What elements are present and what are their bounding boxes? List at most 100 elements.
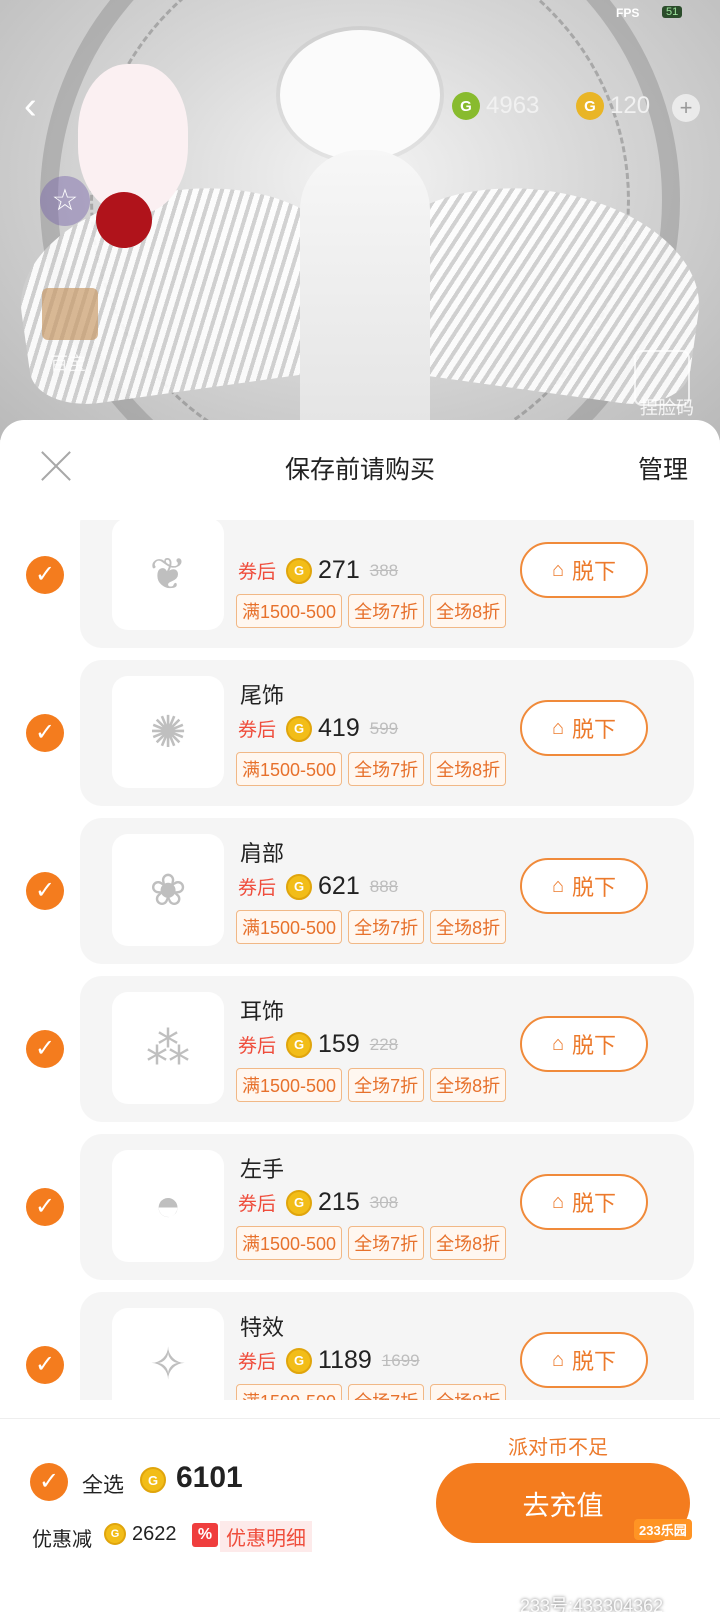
price-line: 券后 G 621 888 xyxy=(238,872,398,901)
select-all-label[interactable]: 全选 xyxy=(82,1469,124,1499)
item-card[interactable]: ✧ 特效 券后 G 1189 1699 满1500-500 全场7折全场8折 ⌂ … xyxy=(80,1292,694,1400)
item-card[interactable]: ◓ 左手 券后 G 215 308 满1500-500 全场7折 全场8折 ⌂ 脱下 xyxy=(80,1134,694,1280)
after-coupon-label: 券后 xyxy=(238,1036,277,1057)
take-off-label: 脱下 xyxy=(572,559,617,584)
item-original-price: 308 xyxy=(369,1192,399,1212)
hanger-icon: ⌂ xyxy=(551,558,565,581)
brand-badge: 233乐园 xyxy=(634,1519,692,1540)
item-price: 419 xyxy=(318,714,360,742)
item-original-price: 228 xyxy=(369,1034,399,1054)
take-off-button[interactable]: ⌂ 脱下 xyxy=(520,1332,648,1388)
after-coupon-label: 券后 xyxy=(238,1352,277,1373)
coupon-tag: 满1500-500 xyxy=(236,1068,343,1102)
item-checkbox[interactable]: ✓ xyxy=(26,1030,64,1068)
hanger-icon: ⌂ xyxy=(551,1348,565,1371)
discount-detail-link[interactable]: 优惠明细 xyxy=(220,1521,312,1552)
item-row: ✓ ✧ 特效 券后 G 1189 1699 满1500-500 全场7折全场8折 … xyxy=(0,1292,720,1400)
bunny-icon: ❀ xyxy=(112,834,224,946)
handbag-icon: ◓ xyxy=(112,1150,224,1262)
take-off-button[interactable]: ⌂ 脱下 xyxy=(520,542,648,598)
watermark: 233号:433304362 xyxy=(520,1596,664,1612)
item-original-price: 599 xyxy=(369,718,399,738)
take-off-button[interactable]: ⌂ 脱下 xyxy=(520,1174,648,1230)
select-all-checkbox[interactable]: ✓ xyxy=(30,1463,68,1501)
discount-label: 优惠减 xyxy=(32,1529,92,1551)
checkout-footer: 派对币不足 ✓ 全选 G 6101 优惠减 G 2622 % 优惠明细 去充值 … xyxy=(0,1418,720,1612)
discount-amount: 2622 xyxy=(132,1523,177,1545)
price-line: 券后 G 419 599 xyxy=(238,714,398,743)
coupon-tags: 满1500-500全场7折全场8折 xyxy=(236,594,507,628)
coupon-tags: 满1500-500全场7折全场8折 xyxy=(236,1384,507,1400)
total-coin-icon: G xyxy=(140,1467,166,1493)
after-coupon-label: 券后 xyxy=(238,562,277,583)
coupon-tag: 满1500-500 xyxy=(236,1226,343,1260)
item-checkbox[interactable]: ✓ xyxy=(26,1188,64,1226)
star-icon: ☆ xyxy=(51,184,79,217)
item-name: 特效 xyxy=(240,1315,285,1340)
take-off-label: 脱下 xyxy=(572,875,617,900)
star-button[interactable]: ☆ xyxy=(40,176,90,226)
face-code-label: 捏脸码 xyxy=(640,398,694,418)
item-price: 215 xyxy=(318,1188,360,1216)
item-original-price: 388 xyxy=(369,560,399,580)
butterfly-icon: ❦ xyxy=(112,520,224,630)
take-off-label: 脱下 xyxy=(572,717,617,742)
take-off-button[interactable]: ⌂ 脱下 xyxy=(520,1016,648,1072)
item-checkbox[interactable]: ✓ xyxy=(26,714,64,752)
coupon-tag: 全场8折 xyxy=(430,594,507,628)
fps-label: FPS xyxy=(616,6,640,20)
item-row: ✓ ⁂ 耳饰 券后 G 159 228 满1500-500 全场7折 全场8折 ⌂ … xyxy=(0,976,720,1122)
coupon-tags: 满1500-500全场7折全场8折 xyxy=(236,910,507,944)
take-off-button[interactable]: ⌂ 脱下 xyxy=(520,700,648,756)
coin-icon: G xyxy=(286,1347,313,1374)
price-line: 券后 G 1189 1699 xyxy=(238,1346,420,1375)
item-name: 尾饰 xyxy=(240,683,285,708)
item-card[interactable]: ❦ 券后 G 271 388 满1500-500 全场7折 全场8折 ⌂ 脱下 xyxy=(80,520,694,648)
aura-effect-icon: ✧ xyxy=(112,1308,224,1400)
item-original-price: 1699 xyxy=(381,1350,420,1370)
total-price: 6101 xyxy=(176,1461,243,1494)
item-card[interactable]: ⁂ 耳饰 券后 G 159 228 满1500-500 全场7折 全场8折 ⌂ 脱下 xyxy=(80,976,694,1122)
yellow-coin-icon: G xyxy=(576,92,604,120)
coupon-tag: 满1500-500 xyxy=(236,594,343,628)
price-line: 券后 G 215 308 xyxy=(238,1188,398,1217)
coupon-tag: 满1500-500 xyxy=(236,752,343,786)
item-card[interactable]: ✺ 尾饰 券后 G 419 599 满1500-500 全场7折 全场8折 ⌂ 脱下 xyxy=(80,660,694,806)
add-coins-button[interactable]: + xyxy=(672,94,700,122)
item-row: ✓ ◓ 左手 券后 G 215 308 满1500-500 全场7折 全场8折 ⌂ … xyxy=(0,1134,720,1280)
price-line: 券后 G 271 388 xyxy=(238,556,398,585)
item-original-price: 888 xyxy=(369,876,399,896)
back-button[interactable]: ‹ xyxy=(24,85,60,127)
hanger-icon: ⌂ xyxy=(551,1190,565,1213)
take-off-button[interactable]: ⌂ 脱下 xyxy=(520,858,648,914)
manage-button[interactable]: 管理 xyxy=(638,450,688,486)
coupon-tag: 全场7折 xyxy=(348,1384,425,1400)
coupon-tag: 满1500-500 xyxy=(236,1384,343,1400)
item-row: ✓ ❦ 券后 G 271 388 满1500-500 全场7折 全场8折 ⌂ 脱下 xyxy=(0,520,720,648)
gift-label: 百宝 xyxy=(50,354,86,374)
item-name: 左手 xyxy=(240,1157,285,1182)
earring-icon: ⁂ xyxy=(112,992,224,1104)
item-card[interactable]: ❀ 肩部 券后 G 621 888 满1500-500 全场7折 全场8折 ⌂ 脱下 xyxy=(80,818,694,964)
coupon-tags: 满1500-500全场7折全场8折 xyxy=(236,1068,507,1102)
green-coin-amount: 4963 xyxy=(486,92,540,119)
after-coupon-label: 券后 xyxy=(238,720,277,741)
yellow-coin-amount: 120 xyxy=(610,92,651,119)
coin-icon: G xyxy=(286,557,313,584)
coin-icon: G xyxy=(286,1189,313,1216)
item-row: ✓ ❀ 肩部 券后 G 621 888 满1500-500 全场7折 全场8折 ⌂ … xyxy=(0,818,720,964)
coupon-tag: 满1500-500 xyxy=(236,910,343,944)
item-checkbox[interactable]: ✓ xyxy=(26,1346,64,1384)
item-checkbox[interactable]: ✓ xyxy=(26,872,64,910)
coupon-tag: 全场7折 xyxy=(348,910,425,944)
fps-value: 51 xyxy=(662,6,683,18)
chevron-left-icon: ‹ xyxy=(24,85,37,127)
coupon-tag: 全场7折 xyxy=(348,1068,425,1102)
item-price: 1189 xyxy=(318,1346,372,1374)
hanger-icon: ⌂ xyxy=(551,1032,565,1055)
coin-icon: G xyxy=(286,873,313,900)
coupon-tag: 全场7折 xyxy=(348,752,425,786)
item-checkbox[interactable]: ✓ xyxy=(26,556,64,594)
item-list[interactable]: ✓ ❦ 券后 G 271 388 满1500-500 全场7折 全场8折 ⌂ 脱下 xyxy=(0,520,720,1400)
gift-box-icon[interactable] xyxy=(42,288,98,340)
